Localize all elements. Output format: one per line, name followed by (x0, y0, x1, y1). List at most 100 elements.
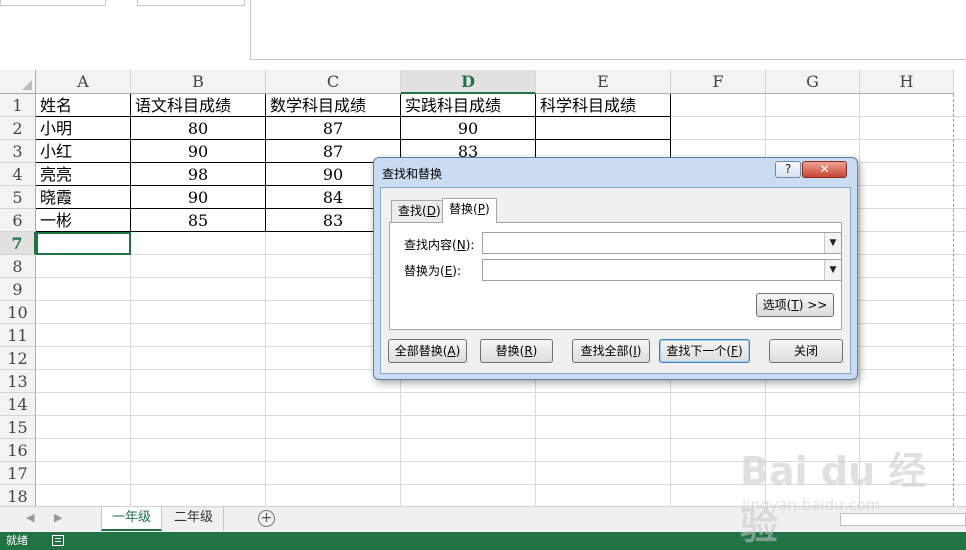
options-button[interactable]: 选项(T) >> (756, 293, 834, 317)
replace-all-key: A (447, 344, 456, 358)
replace-label: 替换 (495, 344, 520, 358)
find-what-label-text: 查找内容 (404, 238, 453, 252)
replace-with-label-key: E (444, 264, 453, 278)
find-what-label: 查找内容(N): (404, 238, 475, 252)
cell-a1[interactable]: 姓名 (36, 94, 131, 117)
find-next-key: F (731, 344, 738, 358)
cell-e1[interactable]: 科学科目成绩 (536, 94, 671, 117)
column-header-d[interactable]: D (401, 70, 536, 94)
row-header-1[interactable]: 1 (0, 94, 36, 117)
row-header-18[interactable]: 18 (0, 485, 36, 506)
tab-find-label: 查找 (398, 204, 423, 218)
tab-find-key: D (426, 204, 436, 218)
macro-record-icon[interactable] (52, 535, 64, 546)
row-header-17[interactable]: 17 (0, 462, 36, 485)
row-header-14[interactable]: 14 (0, 393, 36, 416)
cell-e2[interactable] (536, 117, 671, 140)
scroll-left-icon[interactable]: ◀ (26, 511, 34, 524)
row-header-12[interactable]: 12 (0, 347, 36, 370)
add-sheet-icon[interactable]: + (258, 510, 275, 527)
column-header-a[interactable]: A (36, 70, 131, 94)
row-header-7[interactable]: 7 (0, 232, 36, 255)
column-header-c[interactable]: C (266, 70, 401, 94)
find-all-key: I (633, 344, 637, 358)
replace-with-label: 替换为(E): (404, 264, 462, 278)
baidu-watermark: Bai du 经验 jingyan.baidu.com (740, 440, 960, 548)
sheet-tab-grade1[interactable]: 一年级 (101, 507, 163, 531)
ribbon-group-left (0, 0, 106, 6)
find-replace-dialog[interactable]: 查找和替换 ? ✕ 查找(D) 替换(P) 查找内容(N): ▼ 替换为(E):… (373, 157, 858, 380)
row-header-11[interactable]: 11 (0, 324, 36, 347)
cell-d2[interactable]: 90 (401, 117, 536, 140)
find-next-button[interactable]: 查找下一个(F) (659, 339, 750, 363)
cell-a3[interactable]: 小红 (36, 140, 131, 163)
replace-with-input[interactable] (483, 260, 823, 280)
options-chevron-icon: >> (803, 298, 828, 312)
tab-find[interactable]: 查找(D) (391, 200, 448, 222)
tab-replace-label: 替换 (449, 202, 474, 216)
cell-b4[interactable]: 98 (131, 163, 266, 186)
cell-b5[interactable]: 90 (131, 186, 266, 209)
help-button[interactable]: ? (775, 161, 801, 178)
sheet-tab-grade2[interactable]: 二年级 (164, 507, 225, 531)
find-all-button[interactable]: 查找全部(I) (572, 339, 650, 363)
dialog-titlebar[interactable]: 查找和替换 ? ✕ (374, 158, 857, 186)
column-header-g[interactable]: G (766, 70, 860, 94)
row-header-9[interactable]: 9 (0, 278, 36, 301)
column-header-f[interactable]: F (671, 70, 766, 94)
cell-c2[interactable]: 87 (266, 117, 401, 140)
dialog-body: 查找(D) 替换(P) 查找内容(N): ▼ 替换为(E): ▼ 选项(T) >… (380, 187, 851, 374)
replace-all-button[interactable]: 全部替换(A) (388, 339, 467, 363)
cell-b3[interactable]: 90 (131, 140, 266, 163)
close-icon[interactable]: ✕ (802, 161, 847, 178)
cell-b6[interactable]: 85 (131, 209, 266, 232)
select-all-corner[interactable] (0, 70, 36, 94)
watermark-url: jingyan.baidu.com (742, 496, 881, 514)
row-header-10[interactable]: 10 (0, 301, 36, 324)
cell-c1[interactable]: 数学科目成绩 (266, 94, 401, 117)
replace-with-combobox[interactable]: ▼ (482, 259, 842, 281)
row-header-13[interactable]: 13 (0, 370, 36, 393)
cell-a2[interactable]: 小明 (36, 117, 131, 140)
row-header-15[interactable]: 15 (0, 416, 36, 439)
tab-replace[interactable]: 替换(P) (442, 198, 497, 223)
cell-a4[interactable]: 亮亮 (36, 163, 131, 186)
ribbon-area (0, 0, 966, 68)
find-what-combobox[interactable]: ▼ (482, 232, 842, 254)
ribbon-group-middle (137, 0, 245, 6)
cell-b1[interactable]: 语文科目成绩 (131, 94, 266, 117)
scroll-right-icon[interactable]: ▶ (54, 511, 62, 524)
tab-replace-key: P (477, 202, 485, 216)
replace-button[interactable]: 替换(R) (480, 339, 553, 363)
cell-b2[interactable]: 80 (131, 117, 266, 140)
row-header-5[interactable]: 5 (0, 186, 36, 209)
row-header-4[interactable]: 4 (0, 163, 36, 186)
cell-d1[interactable]: 实践科目成绩 (401, 94, 536, 117)
cell-a6[interactable]: 一彬 (36, 209, 131, 232)
row-header-6[interactable]: 6 (0, 209, 36, 232)
active-cell-a7[interactable] (36, 232, 131, 255)
column-header-b[interactable]: B (131, 70, 266, 94)
replace-tab-panel: 查找内容(N): ▼ 替换为(E): ▼ 选项(T) >> (389, 222, 842, 330)
find-what-label-key: N (456, 238, 466, 252)
cell-a5[interactable]: 晓霞 (36, 186, 131, 209)
replace-with-dropdown-icon[interactable]: ▼ (824, 260, 841, 280)
replace-all-label: 全部替换 (394, 344, 443, 358)
options-key: T (791, 298, 799, 312)
replace-key: R (524, 344, 533, 358)
dialog-title: 查找和替换 (382, 167, 443, 181)
find-what-dropdown-icon[interactable]: ▼ (824, 233, 841, 253)
row-header-16[interactable]: 16 (0, 439, 36, 462)
column-header-h[interactable]: H (860, 70, 954, 94)
column-header-e[interactable]: E (536, 70, 671, 94)
find-next-label: 查找下一个 (666, 344, 727, 358)
status-text: 就绪 (6, 534, 28, 547)
close-button[interactable]: 关闭 (769, 339, 843, 363)
find-what-input[interactable] (483, 233, 823, 253)
row-header-2[interactable]: 2 (0, 117, 36, 140)
replace-with-label-text: 替换为 (404, 264, 441, 278)
find-all-label: 查找全部 (580, 344, 629, 358)
row-header-8[interactable]: 8 (0, 255, 36, 278)
row-header-3[interactable]: 3 (0, 140, 36, 163)
watermark-logo: Bai du 经验 (740, 449, 927, 548)
